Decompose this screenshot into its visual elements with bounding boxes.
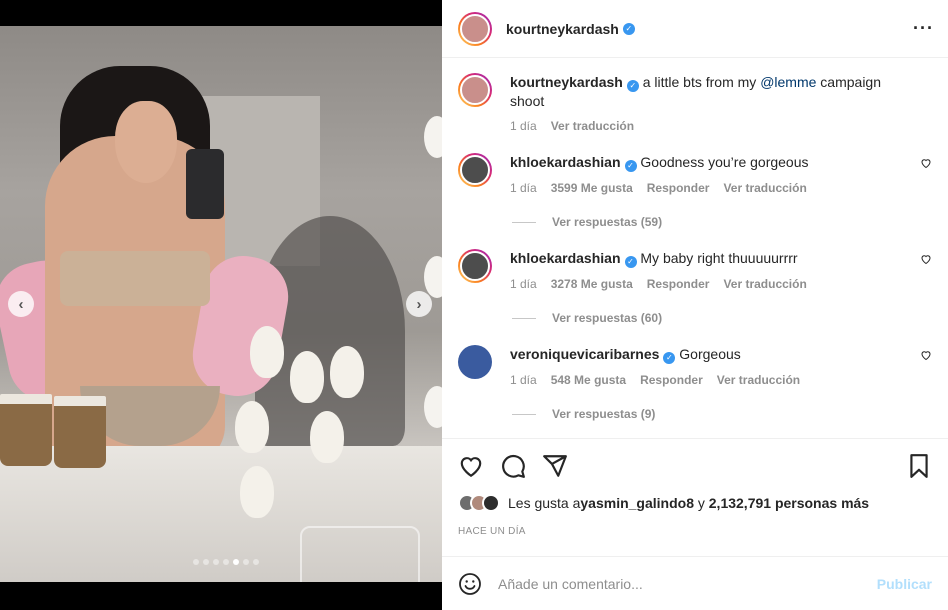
more-icon[interactable]: ··· bbox=[913, 18, 934, 39]
vanity-bulb bbox=[424, 116, 442, 158]
carousel-dot bbox=[253, 559, 259, 565]
verified-icon: ✓ bbox=[624, 160, 637, 172]
translate-link[interactable]: Ver traducción bbox=[723, 275, 806, 293]
reply-button[interactable]: Responder bbox=[640, 371, 703, 389]
author-avatar[interactable] bbox=[458, 73, 492, 107]
comments-list[interactable]: kourtneykardash ✓ a little bts from my @l… bbox=[442, 59, 948, 438]
comment-username[interactable]: veroniquevicaribarnes bbox=[510, 346, 659, 362]
bookmark-icon[interactable] bbox=[906, 453, 932, 479]
heart-icon[interactable] bbox=[920, 157, 932, 169]
tulip bbox=[240, 466, 274, 518]
comment-text: Goodness you’re gorgeous bbox=[640, 154, 809, 170]
caption-text: a little bts from my bbox=[642, 74, 761, 90]
commenter-avatar[interactable] bbox=[458, 153, 492, 187]
reply-button[interactable]: Responder bbox=[647, 275, 710, 293]
tulip bbox=[235, 401, 269, 453]
heart-icon[interactable] bbox=[920, 253, 932, 265]
share-icon[interactable] bbox=[542, 453, 568, 479]
post-timestamp[interactable]: HACE UN DÍA bbox=[458, 526, 526, 537]
comment-likes[interactable]: 548 Me gusta bbox=[551, 371, 626, 389]
bandeau-top bbox=[60, 251, 210, 306]
post-media[interactable] bbox=[0, 26, 442, 582]
carousel-dots bbox=[193, 559, 259, 565]
caption-time: 1 día bbox=[510, 119, 537, 133]
likes-count[interactable]: 2,132,791 personas más bbox=[709, 495, 869, 511]
chevron-right-icon[interactable]: › bbox=[406, 291, 432, 317]
verified-icon: ✓ bbox=[624, 256, 637, 268]
comment-time: 1 día bbox=[510, 277, 537, 291]
commenter-avatar[interactable] bbox=[458, 249, 492, 283]
view-replies[interactable]: Ver respuestas (9) bbox=[512, 405, 932, 423]
tulip bbox=[330, 346, 364, 398]
verified-icon: ✓ bbox=[663, 352, 676, 364]
tulip bbox=[290, 351, 324, 403]
likes-summary[interactable]: Les gusta a yasmin_galindo8 y 2,132,791 … bbox=[458, 494, 869, 512]
author-username[interactable]: kourtneykardash bbox=[506, 21, 619, 37]
comment-username[interactable]: khloekardashian bbox=[510, 250, 621, 266]
translate-link[interactable]: Ver traducción bbox=[723, 179, 806, 197]
author-avatar[interactable] bbox=[458, 11, 492, 46]
reply-button[interactable]: Responder bbox=[647, 179, 710, 197]
comment-item: khloekardashian ✓ Goodness you’re gorgeou… bbox=[458, 153, 932, 197]
post-header: kourtneykardash ✓ ··· bbox=[442, 0, 948, 58]
view-replies[interactable]: Ver respuestas (59) bbox=[512, 213, 932, 231]
vanity-bulb bbox=[424, 256, 442, 298]
comment-item: veroniquevicaribarnes ✓ Gorgeous 1 día 54… bbox=[458, 345, 932, 389]
coffee-cup bbox=[0, 394, 52, 466]
comment-likes[interactable]: 3599 Me gusta bbox=[551, 179, 633, 197]
likes-middle: y bbox=[693, 495, 709, 511]
caption-username[interactable]: kourtneykardash bbox=[510, 74, 623, 90]
heart-icon[interactable] bbox=[920, 349, 932, 361]
carousel-dot bbox=[213, 559, 219, 565]
liker-username[interactable]: yasmin_galindo8 bbox=[580, 495, 694, 511]
carousel-dot bbox=[243, 559, 249, 565]
comment-likes[interactable]: 3278 Me gusta bbox=[551, 275, 633, 293]
view-replies[interactable]: Ver respuestas (60) bbox=[512, 309, 932, 327]
view-replies-label[interactable]: Ver respuestas (59) bbox=[552, 215, 662, 229]
carousel-dot bbox=[193, 559, 199, 565]
translate-link[interactable]: Ver traducción bbox=[551, 117, 634, 135]
caption-mention[interactable]: @lemme bbox=[760, 74, 816, 90]
carousel-dot bbox=[233, 559, 239, 565]
heart-icon[interactable] bbox=[458, 453, 484, 479]
verified-icon: ✓ bbox=[622, 22, 635, 35]
comment-time: 1 día bbox=[510, 181, 537, 195]
view-replies-label[interactable]: Ver respuestas (60) bbox=[552, 311, 662, 325]
post-button[interactable]: Publicar bbox=[877, 576, 932, 592]
comment-icon[interactable] bbox=[500, 453, 526, 479]
liker-avatars bbox=[458, 494, 500, 512]
comment-text: My baby right thuuuuurrrr bbox=[640, 250, 798, 266]
tulip bbox=[250, 326, 284, 378]
view-replies-label[interactable]: Ver respuestas (9) bbox=[552, 407, 655, 421]
coffee-cup bbox=[54, 396, 106, 468]
phone bbox=[186, 149, 224, 219]
carousel-dot bbox=[223, 559, 229, 565]
likes-prefix: Les gusta a bbox=[508, 495, 581, 511]
commenter-avatar[interactable] bbox=[458, 345, 492, 379]
avatar bbox=[482, 494, 500, 512]
chevron-left-icon[interactable]: ‹ bbox=[8, 291, 34, 317]
post-panel: kourtneykardash ✓ ··· kourtneykardash ✓ a… bbox=[442, 0, 948, 610]
action-bar bbox=[442, 438, 948, 492]
caption: kourtneykardash ✓ a little bts from my @l… bbox=[458, 73, 932, 135]
face bbox=[115, 101, 177, 183]
carousel-dot bbox=[203, 559, 209, 565]
translate-link[interactable]: Ver traducción bbox=[717, 371, 800, 389]
comment-time: 1 día bbox=[510, 373, 537, 387]
comment-text: Gorgeous bbox=[679, 346, 741, 362]
verified-icon: ✓ bbox=[626, 80, 639, 92]
vanity-bulb bbox=[424, 386, 442, 428]
comment-composer: Añade un comentario... Publicar bbox=[442, 556, 948, 610]
tulip bbox=[310, 411, 344, 463]
glass-vase bbox=[300, 526, 420, 582]
comment-input[interactable]: Añade un comentario... bbox=[498, 576, 877, 592]
comment-username[interactable]: khloekardashian bbox=[510, 154, 621, 170]
emoji-icon[interactable] bbox=[458, 572, 482, 596]
comment-item: khloekardashian ✓ My baby right thuuuuurr… bbox=[458, 249, 932, 293]
